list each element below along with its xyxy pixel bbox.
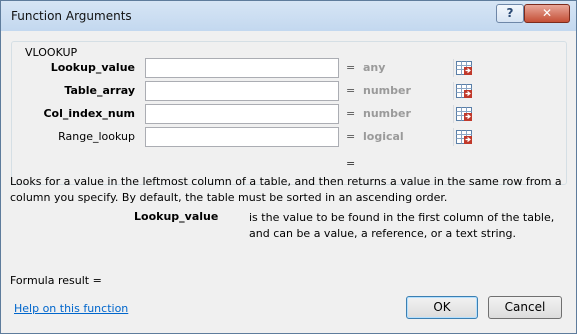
range-selector-icon[interactable]	[453, 105, 473, 123]
argument-equals: =	[346, 107, 356, 120]
argument-type: number	[363, 84, 411, 97]
argument-help-name: Lookup_value	[134, 210, 219, 223]
argument-row-table-array: Table_array = number	[6, 81, 572, 101]
dialog-body: VLOOKUP Lookup_value = any Table_array =…	[6, 31, 572, 329]
argument-row-lookup-value: Lookup_value = any	[6, 58, 572, 78]
argument-equals: =	[346, 130, 356, 143]
argument-help-text: is the value to be found in the first co…	[249, 211, 555, 240]
argument-type: any	[363, 61, 386, 74]
help-on-function-link[interactable]: Help on this function	[14, 302, 128, 315]
ok-button[interactable]: OK	[406, 296, 478, 319]
help-button[interactable]: ?	[496, 4, 524, 23]
argument-type: logical	[363, 130, 404, 143]
argument-label: Lookup_value	[50, 61, 135, 74]
argument-label: Col_index_num	[43, 107, 135, 120]
function-arguments-dialog: Function Arguments ? ✕ VLOOKUP Lookup_va…	[0, 0, 577, 334]
argument-row-col-index-num: Col_index_num = number	[6, 104, 572, 124]
function-description: Looks for a value in the leftmost column…	[10, 175, 562, 204]
function-result-equals: =	[346, 157, 356, 170]
title-bar: Function Arguments ? ✕	[1, 1, 576, 31]
argument-type: number	[363, 107, 411, 120]
close-button[interactable]: ✕	[524, 4, 570, 23]
argument-label: Table_array	[64, 84, 135, 97]
argument-equals: =	[346, 61, 356, 74]
argument-row-range-lookup: Range_lookup = logical	[6, 127, 572, 147]
dialog-title: Function Arguments	[11, 9, 132, 23]
range-selector-icon[interactable]	[453, 59, 473, 77]
table-array-input[interactable]	[145, 81, 472, 101]
cancel-button[interactable]: Cancel	[488, 296, 562, 319]
range-selector-icon[interactable]	[453, 82, 473, 100]
argument-label: Range_lookup	[58, 130, 135, 143]
argument-equals: =	[346, 84, 356, 97]
lookup-value-input[interactable]	[145, 58, 472, 78]
range-lookup-input[interactable]	[145, 127, 472, 147]
formula-result-label: Formula result =	[10, 274, 102, 287]
col-index-num-input[interactable]	[145, 104, 472, 124]
range-selector-icon[interactable]	[453, 128, 473, 146]
